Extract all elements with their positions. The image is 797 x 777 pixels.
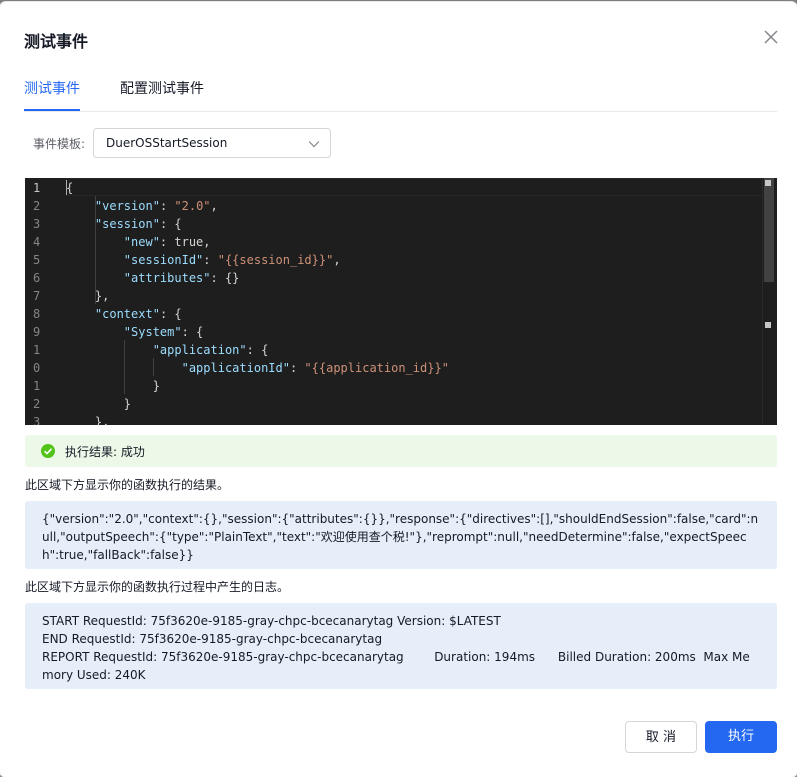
line-number: 6: [33, 271, 41, 285]
code-line: {: [66, 181, 74, 195]
text-cursor: [66, 180, 67, 195]
line-number: 3: [33, 217, 41, 231]
code-line: "System": {: [123, 325, 204, 339]
event-template-label: 事件模板:: [33, 137, 86, 151]
execution-result-banner: 执行结果: 成功: [25, 435, 777, 467]
code-editor[interactable]: 12345678910123 { "version": "2.0", "sess…: [25, 178, 777, 425]
tab-test-event[interactable]: 测试事件: [24, 78, 80, 98]
event-template-value: DuerOSStartSession: [106, 136, 228, 150]
execution-result-text: 执行结果: 成功: [65, 445, 145, 459]
scrollbar-marker: [765, 180, 771, 186]
scrollbar-marker: [765, 322, 771, 328]
code-line: },: [66, 289, 110, 303]
code-line: "new": true,: [123, 235, 211, 249]
chevron-down-icon: [308, 141, 320, 148]
line-number: 2: [33, 397, 41, 411]
close-icon[interactable]: [762, 28, 780, 46]
code-line: }: [66, 397, 132, 411]
line-number: 1: [33, 379, 41, 393]
log-line: REPORT RequestId: 75f3620e-9185-gray-chp…: [42, 650, 750, 682]
code-line: "applicationId": "{{application_id}}": [181, 361, 449, 375]
line-number: 5: [33, 253, 41, 267]
logs-description: 此区域下方显示你的函数执行过程中产生的日志。: [25, 580, 290, 594]
code-line: },: [66, 415, 110, 425]
line-number: 7: [33, 289, 41, 303]
line-number: 9: [33, 325, 41, 339]
code-line: "application": {: [152, 343, 269, 357]
line-number: 8: [33, 307, 41, 321]
editor-gutter: 12345678910123: [25, 178, 63, 425]
code-line: "context": {: [94, 307, 182, 321]
code-line: }: [66, 379, 160, 393]
code-line: "attributes": {}: [123, 271, 240, 285]
line-number: 1: [33, 343, 41, 357]
run-button[interactable]: 执行: [705, 721, 777, 753]
line-number: 1: [33, 181, 41, 195]
scrollbar-thumb[interactable]: [764, 178, 774, 282]
tab-configure-test-event[interactable]: 配置测试事件: [120, 78, 204, 98]
active-tab-indicator: [24, 109, 80, 111]
code-line: "sessionId": "{{session_id}}",: [123, 253, 341, 267]
line-number: 2: [33, 199, 41, 213]
line-number: 4: [33, 235, 41, 249]
logs-box: START RequestId: 75f3620e-9185-gray-chpc…: [25, 603, 777, 689]
line-number: 0: [33, 361, 41, 375]
function-output-text: {"version":"2.0","context":{},"session":…: [42, 512, 759, 562]
dialog-title: 测试事件: [24, 32, 89, 51]
log-line: START RequestId: 75f3620e-9185-gray-chpc…: [42, 614, 501, 628]
code-line: "session": {: [94, 217, 182, 231]
event-template-select[interactable]: DuerOSStartSession: [93, 128, 331, 158]
line-number: 3: [33, 415, 41, 425]
current-line-highlight: [66, 178, 777, 196]
function-output-box: {"version":"2.0","context":{},"session":…: [25, 501, 777, 569]
editor-code-area[interactable]: { "version": "2.0", "session": { "new": …: [66, 178, 777, 425]
cancel-button[interactable]: 取 消: [625, 721, 697, 753]
check-circle-icon: [41, 444, 55, 458]
log-line: END RequestId: 75f3620e-9185-gray-chpc-b…: [42, 632, 383, 646]
output-description: 此区域下方显示你的函数执行的结果。: [25, 478, 230, 492]
test-event-dialog: 测试事件 测试事件 配置测试事件 事件模板: DuerOSStartSessio…: [0, 2, 797, 777]
tab-bar: 测试事件 配置测试事件: [24, 78, 777, 112]
editor-scrollbar[interactable]: [762, 178, 777, 425]
code-line: "version": "2.0",: [94, 199, 218, 213]
